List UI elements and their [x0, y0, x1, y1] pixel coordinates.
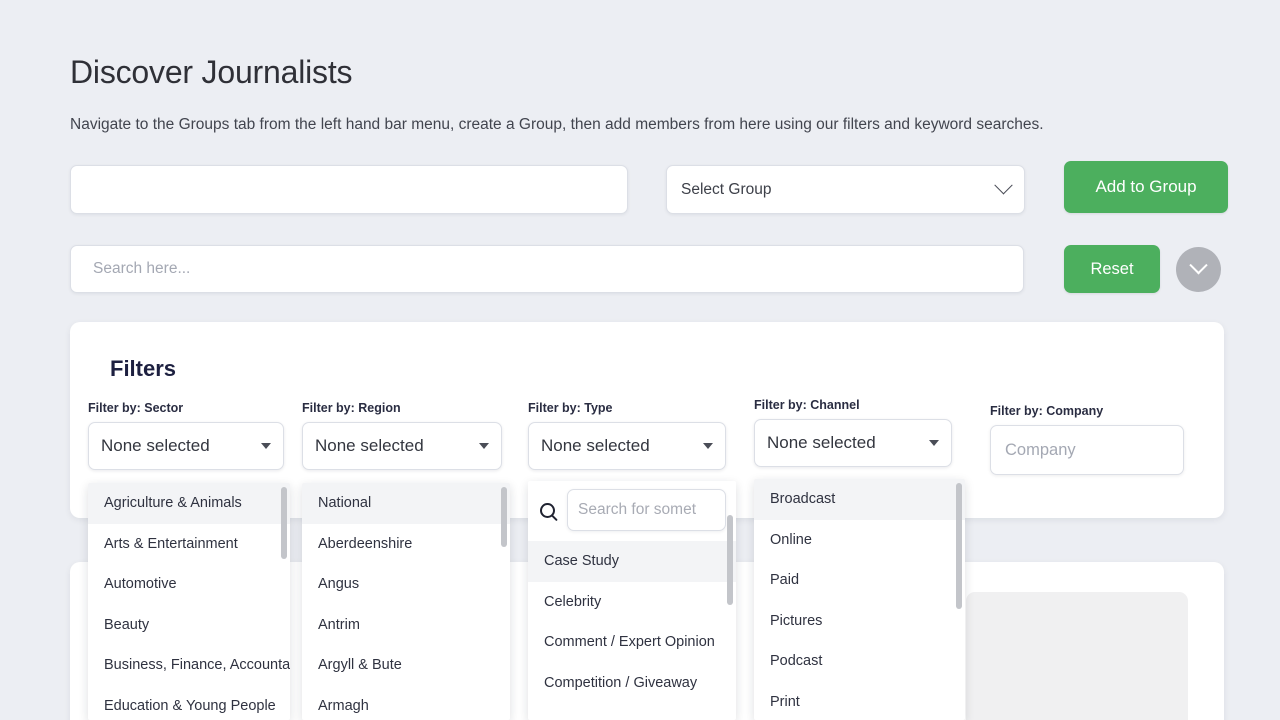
region-dropdown-scrollbar[interactable] — [501, 487, 507, 547]
search-input[interactable] — [91, 259, 1003, 279]
list-item[interactable]: Online — [754, 520, 965, 561]
sector-option-list: Agriculture & Animals Arts & Entertainme… — [88, 483, 290, 720]
sector-dropdown-panel[interactable]: Agriculture & Animals Arts & Entertainme… — [88, 483, 290, 720]
caret-down-icon — [703, 443, 713, 449]
list-item[interactable]: Celebrity — [528, 582, 736, 623]
filter-group-company: Filter by: Company — [990, 404, 1184, 475]
chevron-down-icon — [994, 176, 1013, 195]
filter-label-channel: Filter by: Channel — [754, 398, 860, 412]
chevron-down-icon — [1189, 256, 1208, 275]
list-item[interactable]: Agriculture & Animals — [88, 483, 290, 524]
search-bar[interactable] — [70, 245, 1024, 293]
list-item[interactable]: Arts & Entertainment — [88, 524, 290, 565]
caret-down-icon — [929, 440, 939, 446]
filter-label-sector: Filter by: Sector — [88, 401, 184, 415]
region-option-list: National Aberdeenshire Angus Antrim Argy… — [302, 483, 510, 720]
list-item[interactable]: Argyll & Bute — [302, 645, 510, 686]
caret-down-icon — [479, 443, 489, 449]
channel-dropdown-panel[interactable]: Broadcast Online Paid Pictures Podcast P… — [754, 479, 965, 720]
filter-group-sector: Filter by: Sector None selected — [88, 401, 284, 470]
add-to-group-button[interactable]: Add to Group — [1064, 161, 1228, 213]
sector-selected-value: None selected — [101, 436, 210, 455]
page-title: Discover Journalists — [70, 54, 353, 91]
region-selected-value: None selected — [315, 436, 424, 455]
filter-label-type: Filter by: Type — [528, 401, 613, 415]
advanced-filters-toggle[interactable] — [1176, 247, 1221, 292]
list-item[interactable]: Podcast — [754, 641, 965, 682]
list-item[interactable]: Education & Young People — [88, 686, 290, 720]
type-dropdown-panel[interactable]: Case Study Celebrity Comment / Expert Op… — [528, 481, 736, 720]
page-description: Navigate to the Groups tab from the left… — [70, 115, 1044, 133]
filter-label-region: Filter by: Region — [302, 401, 401, 415]
list-item[interactable]: Automotive — [88, 564, 290, 605]
type-dropdown-search-row[interactable] — [528, 481, 736, 541]
reset-button[interactable]: Reset — [1064, 245, 1160, 293]
list-item[interactable]: Pictures — [754, 601, 965, 642]
list-item[interactable]: Comment / Expert Opinion — [528, 622, 736, 663]
list-item[interactable]: Aberdeenshire — [302, 524, 510, 565]
list-item[interactable]: Case Study — [528, 541, 736, 582]
search-icon — [540, 502, 555, 518]
results-placeholder-block — [966, 592, 1188, 720]
type-dropdown-search-input[interactable] — [567, 489, 726, 531]
list-item[interactable]: Competition / Giveaway — [528, 663, 736, 704]
list-item[interactable]: Armagh — [302, 686, 510, 720]
list-item[interactable]: Print — [754, 682, 965, 720]
list-item[interactable]: Broadcast — [754, 479, 965, 520]
sector-select[interactable]: None selected — [88, 422, 284, 470]
channel-dropdown-scrollbar[interactable] — [956, 483, 962, 609]
filter-group-type: Filter by: Type None selected — [528, 401, 726, 470]
filters-heading: Filters — [110, 356, 177, 381]
type-selected-value: None selected — [541, 436, 650, 455]
keyword-input-field[interactable] — [70, 165, 628, 214]
group-select-label: Select Group — [681, 180, 772, 198]
company-input[interactable] — [990, 425, 1184, 475]
type-select[interactable]: None selected — [528, 422, 726, 470]
caret-down-icon — [261, 443, 271, 449]
region-dropdown-panel[interactable]: National Aberdeenshire Angus Antrim Argy… — [302, 483, 510, 720]
list-item[interactable]: Angus — [302, 564, 510, 605]
channel-select[interactable]: None selected — [754, 419, 952, 467]
filter-label-company: Filter by: Company — [990, 404, 1104, 418]
channel-selected-value: None selected — [767, 433, 876, 452]
list-item[interactable]: Beauty — [88, 605, 290, 646]
region-select[interactable]: None selected — [302, 422, 502, 470]
channel-option-list: Broadcast Online Paid Pictures Podcast P… — [754, 479, 965, 720]
type-option-list: Case Study Celebrity Comment / Expert Op… — [528, 541, 736, 703]
list-item[interactable]: Business, Finance, Accounta — [88, 645, 290, 686]
type-dropdown-scrollbar[interactable] — [727, 515, 733, 605]
filter-group-region: Filter by: Region None selected — [302, 401, 502, 470]
list-item[interactable]: National — [302, 483, 510, 524]
list-item[interactable]: Paid — [754, 560, 965, 601]
discover-journalists-page: Discover Journalists Navigate to the Gro… — [0, 0, 1280, 720]
sector-dropdown-scrollbar[interactable] — [281, 487, 287, 559]
group-select[interactable]: Select Group — [666, 165, 1025, 214]
filter-group-channel: Filter by: Channel None selected — [754, 398, 952, 467]
list-item[interactable]: Antrim — [302, 605, 510, 646]
